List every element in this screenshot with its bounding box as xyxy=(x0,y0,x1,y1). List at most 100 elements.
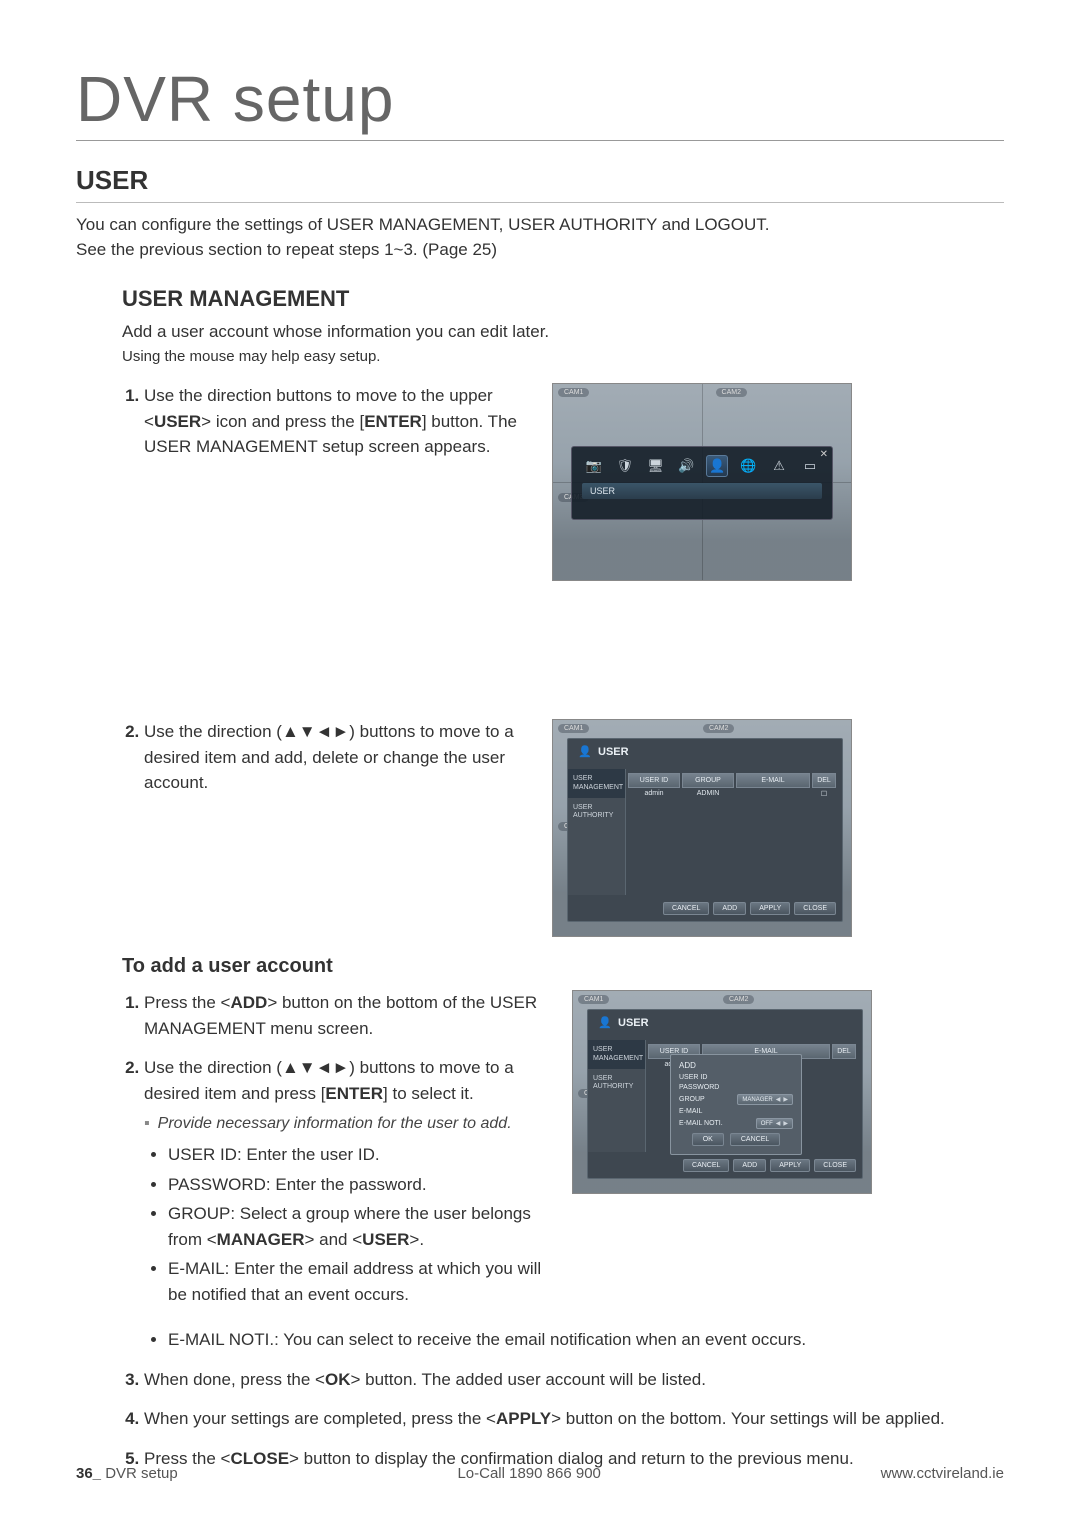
step-2: Use the direction (▲▼◄►) buttons to move… xyxy=(144,719,532,796)
col-email: E-MAIL xyxy=(736,773,810,788)
add-field-bullets: USER ID: Enter the user ID. PASSWORD: En… xyxy=(144,1142,552,1307)
popup-cancel-button[interactable]: CANCEL xyxy=(730,1133,780,1146)
add-button[interactable]: ADD xyxy=(713,902,746,915)
pf-emailnoti: E-MAIL NOTI. xyxy=(679,1120,723,1127)
panel-button-row: CANCEL ADD APPLY CLOSE xyxy=(663,902,836,915)
sidebar-item-user-authority[interactable]: USER AUTHORITY xyxy=(588,1069,645,1098)
add-step-4: When your settings are completed, press … xyxy=(144,1406,1004,1432)
step-1: Use the direction buttons to move to the… xyxy=(144,383,532,460)
screenshot-user-menu: CAM1 CAM2 CAM3 ✕ 📷 🛡 🖥 🔊 👤 🌐 ⚠ xyxy=(552,383,852,581)
screenshot-add-popup: CAM1 CAM2 CAM3 👤 USER USER MANAGEMENT US… xyxy=(572,990,872,1194)
add-button[interactable]: ADD xyxy=(733,1159,766,1172)
intro-line2: See the previous section to repeat steps… xyxy=(76,240,497,259)
page-number: 36_ DVR setup xyxy=(76,1465,178,1482)
pf-password: PASSWORD xyxy=(679,1084,719,1091)
left-arrow-icon[interactable]: ◀ xyxy=(776,1096,781,1103)
panel-button-row: CANCEL ADD APPLY CLOSE xyxy=(683,1159,856,1172)
add-user-heading: To add a user account xyxy=(122,955,1004,978)
record-icon[interactable]: ▭ xyxy=(799,455,821,477)
add-popup: ADD USER ID PASSWORD GROUP MANAGER ◀ ▶ xyxy=(670,1054,802,1155)
right-arrow-icon[interactable]: ▶ xyxy=(783,1120,788,1127)
section-intro: You can configure the settings of USER M… xyxy=(76,213,1004,262)
add-step-2-note: Provide necessary information for the us… xyxy=(144,1112,552,1136)
pf-email: E-MAIL xyxy=(679,1108,702,1115)
cancel-button[interactable]: CANCEL xyxy=(683,1159,729,1172)
cell-userid: admin xyxy=(628,788,680,800)
cam1-label: CAM1 xyxy=(558,388,589,397)
intro-line1: You can configure the settings of USER M… xyxy=(76,215,770,234)
bullet-password: PASSWORD: Enter the password. xyxy=(168,1172,552,1198)
panel-sidebar: USER MANAGEMENT USER AUTHORITY xyxy=(588,1040,646,1152)
footer-url: www.cctvireland.ie xyxy=(881,1465,1004,1482)
menu-icon-row: 📷 🛡 🖥 🔊 👤 🌐 ⚠ ▭ xyxy=(572,447,832,477)
user-panel: 👤 USER USER MANAGEMENT USER AUTHORITY US… xyxy=(587,1009,863,1179)
add-step-3: When done, press the <OK> button. The ad… xyxy=(144,1367,1004,1393)
panel-title: 👤 USER xyxy=(588,1010,862,1034)
network-icon[interactable]: 🌐 xyxy=(737,455,759,477)
user-table: USER ID GROUP E-MAIL DEL admin ADMIN ☐ xyxy=(628,773,836,891)
close-button[interactable]: CLOSE xyxy=(814,1159,856,1172)
table-row[interactable]: admin ADMIN ☐ xyxy=(628,788,836,800)
menu-selected-label: USER xyxy=(582,483,822,499)
left-arrow-icon[interactable]: ◀ xyxy=(776,1120,781,1127)
col-del: DEL xyxy=(812,773,836,788)
apply-button[interactable]: APPLY xyxy=(770,1159,810,1172)
cam2-label: CAM2 xyxy=(716,388,747,397)
col-del: DEL xyxy=(832,1044,856,1059)
close-button[interactable]: CLOSE xyxy=(794,902,836,915)
group-dropdown[interactable]: MANAGER ◀ ▶ xyxy=(737,1094,793,1105)
mouse-note: Using the mouse may help easy setup. xyxy=(122,348,1004,365)
user-management-lead: Add a user account whose information you… xyxy=(122,322,1004,342)
col-userid: USER ID xyxy=(628,773,680,788)
add-step-2: Use the direction (▲▼◄►) buttons to move… xyxy=(144,1055,552,1307)
right-arrow-icon[interactable]: ▶ xyxy=(783,1096,788,1103)
cam1-label: CAM1 xyxy=(558,724,589,733)
add-user-steps-cont: E-MAIL NOTI.: You can select to receive … xyxy=(122,1327,1004,1471)
add-step-1: Press the <ADD> button on the bottom of … xyxy=(144,990,552,1041)
sound-icon[interactable]: 🔊 xyxy=(676,455,698,477)
panel-sidebar: USER MANAGEMENT USER AUTHORITY xyxy=(568,769,626,895)
popup-ok-button[interactable]: OK xyxy=(692,1133,724,1146)
user-management-heading: USER MANAGEMENT xyxy=(122,286,1004,312)
add-user-steps: Press the <ADD> button on the bottom of … xyxy=(122,990,552,1307)
popup-title: ADD xyxy=(679,1061,793,1070)
shield-icon[interactable]: 🛡 xyxy=(614,455,636,477)
emailnoti-dropdown[interactable]: OFF ◀ ▶ xyxy=(756,1118,793,1129)
user-panel: 👤 USER USER MANAGEMENT USER AUTHORITY US… xyxy=(567,738,843,922)
close-icon[interactable]: ✕ xyxy=(820,449,828,460)
bullet-userid: USER ID: Enter the user ID. xyxy=(168,1142,552,1168)
setup-menubar: ✕ 📷 🛡 🖥 🔊 👤 🌐 ⚠ ▭ USER xyxy=(571,446,833,520)
panel-title: 👤 USER xyxy=(568,739,842,763)
cell-email xyxy=(736,788,810,800)
cell-del[interactable]: ☐ xyxy=(812,788,836,800)
cam1-label: CAM1 xyxy=(578,995,609,1004)
bullet-email: E-MAIL: Enter the email address at which… xyxy=(168,1256,552,1307)
user-icon[interactable]: 👤 xyxy=(706,455,728,477)
monitor-icon[interactable]: 🖥 xyxy=(645,455,667,477)
sidebar-item-user-management[interactable]: USER MANAGEMENT xyxy=(588,1040,645,1069)
event-icon[interactable]: ⚠ xyxy=(768,455,790,477)
sidebar-item-user-management[interactable]: USER MANAGEMENT xyxy=(568,769,625,798)
footer-call: Lo-Call 1890 866 900 xyxy=(178,1465,881,1482)
camera-icon[interactable]: 📷 xyxy=(583,455,605,477)
chapter-title: DVR setup xyxy=(76,62,1004,141)
col-group: GROUP xyxy=(682,773,734,788)
bullet-group: GROUP: Select a group where the user bel… xyxy=(168,1201,552,1252)
add-note: Provide necessary information for the us… xyxy=(144,1112,552,1136)
user-icon: 👤 xyxy=(598,1016,612,1030)
user-icon: 👤 xyxy=(578,745,592,759)
pf-userid: USER ID xyxy=(679,1074,707,1081)
section-user-heading: USER xyxy=(76,165,1004,203)
bullet-emailnoti: E-MAIL NOTI.: You can select to receive … xyxy=(168,1327,1004,1353)
user-mgmt-steps: Use the direction buttons to move to the… xyxy=(122,383,532,460)
page-footer: 36_ DVR setup Lo-Call 1890 866 900 www.c… xyxy=(76,1465,1004,1482)
sidebar-item-user-authority[interactable]: USER AUTHORITY xyxy=(568,798,625,827)
pf-group: GROUP xyxy=(679,1096,705,1103)
screenshot-user-mgmt-panel: CAM1 CAM2 CAM3 👤 USER USER MANAGEMENT US… xyxy=(552,719,852,937)
user-mgmt-steps-2: Use the direction (▲▼◄►) buttons to move… xyxy=(122,719,532,796)
apply-button[interactable]: APPLY xyxy=(750,902,790,915)
cell-group: ADMIN xyxy=(682,788,734,800)
cam2-label: CAM2 xyxy=(703,724,734,733)
cancel-button[interactable]: CANCEL xyxy=(663,902,709,915)
cam2-label: CAM2 xyxy=(723,995,754,1004)
